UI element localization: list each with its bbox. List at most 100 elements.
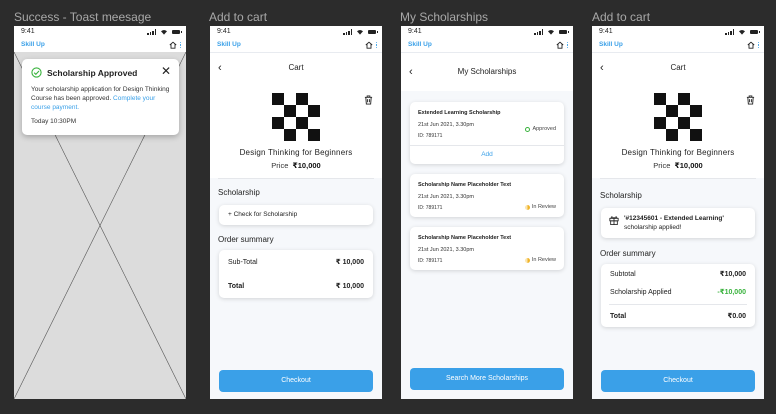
total-value: ₹0.00 xyxy=(727,313,747,320)
phone-cart: 9:41 Skill Up ‹ Cart Design Thinking for… xyxy=(210,26,382,399)
page-title: Cart xyxy=(670,63,686,72)
subtotal-value: ₹10,000 xyxy=(719,271,746,278)
subtotal-label: Subtotal xyxy=(610,270,636,278)
total-label: Total xyxy=(228,282,245,290)
home-icon[interactable] xyxy=(365,41,373,49)
scholarship-section-label: Scholarship xyxy=(600,191,642,200)
order-summary-label: Order summary xyxy=(218,235,274,244)
home-icon[interactable] xyxy=(169,41,177,49)
status-bar: 9:41 xyxy=(210,26,382,38)
status-badge: Approved xyxy=(525,126,556,132)
subtotal-row: Subtotal ₹10,000 xyxy=(601,264,755,284)
total-label: Total xyxy=(610,312,627,320)
status-time: 9:41 xyxy=(408,28,422,35)
wifi-icon xyxy=(161,29,167,35)
scholarship-date: 21st Jun 2021, 3.30pm xyxy=(418,247,474,253)
checkout-button[interactable]: Checkout xyxy=(601,370,755,392)
app-bar: Skill Up xyxy=(592,38,764,53)
approved-check-icon xyxy=(525,126,531,132)
order-summary-label: Order summary xyxy=(600,249,656,258)
signal-icon xyxy=(343,29,352,35)
trash-icon[interactable] xyxy=(364,95,373,105)
toast-title: Scholarship Approved xyxy=(47,67,138,78)
order-summary-card: Subtotal ₹10,000 Scholarship Applied -₹1… xyxy=(601,264,755,327)
status-time: 9:41 xyxy=(599,28,613,35)
page-header: ‹ Cart xyxy=(210,53,382,83)
back-arrow-icon[interactable]: ‹ xyxy=(600,53,604,83)
price-value: ₹10,000 xyxy=(674,161,703,170)
phone-cart-applied: 9:41 Skill Up ‹ Cart Design Thinking for… xyxy=(592,26,764,399)
frame-title-cart: Add to cart xyxy=(209,10,268,24)
scholarship-card[interactable]: Scholarship Name Placeholder Text 21st J… xyxy=(410,174,564,217)
wifi-icon xyxy=(357,29,363,35)
app-name: Skill Up xyxy=(217,41,241,48)
app-bar: Skill Up xyxy=(210,38,382,53)
applied-scholarship-card: '#12345601 - Extended Learning' scholars… xyxy=(601,208,755,238)
order-summary-card: Sub-Total ₹ 10,000 Total ₹ 10,000 xyxy=(219,250,373,298)
search-more-scholarships-button[interactable]: Search More Scholarships xyxy=(410,368,564,390)
close-icon[interactable]: ✕ xyxy=(161,64,171,78)
home-icon[interactable] xyxy=(747,41,755,49)
back-arrow-icon[interactable]: ‹ xyxy=(218,53,222,83)
battery-icon xyxy=(559,30,569,34)
course-title: Design Thinking for Beginners xyxy=(621,148,735,157)
status-time: 9:41 xyxy=(21,28,35,35)
status-bar: 9:41 xyxy=(592,26,764,38)
phone-scholarships: 9:41 Skill Up ‹ My Scholarships Extended… xyxy=(401,26,573,399)
status-badge: In Review xyxy=(524,257,556,263)
total-row: Total ₹ 10,000 xyxy=(219,274,373,298)
battery-icon xyxy=(750,30,760,34)
signal-icon xyxy=(534,29,543,35)
wifi-icon xyxy=(548,29,554,35)
wifi-icon xyxy=(739,29,745,35)
back-arrow-icon[interactable]: ‹ xyxy=(409,53,413,91)
status-text: In Review xyxy=(531,257,556,263)
home-icon[interactable] xyxy=(556,41,564,49)
total-value: ₹ 10,000 xyxy=(335,283,364,290)
frame-title-cart-applied: Add to cart xyxy=(592,10,651,24)
subtotal-row: Sub-Total ₹ 10,000 xyxy=(219,250,373,274)
page-header: ‹ My Scholarships xyxy=(401,53,573,91)
price-label: Price xyxy=(271,161,289,170)
applied-code: '#12345601 - Extended Learning' xyxy=(624,215,724,222)
scholarship-title: Scholarship Name Placeholder Text xyxy=(418,235,512,241)
signal-icon xyxy=(147,29,156,35)
check-scholarship-card[interactable]: + Check for Scholarship xyxy=(219,205,373,225)
gift-icon xyxy=(609,216,619,225)
trash-icon[interactable] xyxy=(746,95,755,105)
course-card: Design Thinking for Beginners Price ₹10,… xyxy=(210,83,382,178)
course-thumbnail xyxy=(654,93,702,141)
toast-body: Your scholarship application for Design … xyxy=(31,85,170,112)
page-header: ‹ Cart xyxy=(592,53,764,83)
course-price: Price ₹10,000 xyxy=(210,161,382,178)
checkout-button[interactable]: Checkout xyxy=(219,370,373,392)
scholarship-title: Extended Learning Scholarship xyxy=(418,110,501,116)
scholarship-id: ID: 789171 xyxy=(418,133,443,139)
app-bar: Skill Up xyxy=(401,38,573,53)
toast-notification: Scholarship Approved ✕ Your scholarship … xyxy=(22,59,179,135)
add-button[interactable]: Add xyxy=(410,145,564,164)
more-menu-icon[interactable] xyxy=(757,41,759,49)
more-menu-icon[interactable] xyxy=(179,41,181,49)
more-menu-icon[interactable] xyxy=(566,41,568,49)
phone-toast: 9:41 Skill Up Scholarship Approved ✕ You… xyxy=(14,26,186,399)
page-title: Cart xyxy=(288,63,304,72)
scholarship-card[interactable]: Extended Learning Scholarship 21st Jun 2… xyxy=(410,102,564,164)
battery-icon xyxy=(368,30,378,34)
in-review-icon xyxy=(524,257,530,263)
status-bar: 9:41 xyxy=(401,26,573,38)
scholarship-card[interactable]: Scholarship Name Placeholder Text 21st J… xyxy=(410,227,564,270)
app-bar: Skill Up xyxy=(14,38,186,53)
scholarship-section-label: Scholarship xyxy=(218,188,260,197)
signal-icon xyxy=(725,29,734,35)
check-scholarship-button[interactable]: + Check for Scholarship xyxy=(219,205,373,225)
course-card: Design Thinking for Beginners Price ₹10,… xyxy=(592,83,764,178)
scholarship-applied-row: Scholarship Applied -₹10,000 xyxy=(601,284,755,300)
battery-icon xyxy=(172,30,182,34)
course-title: Design Thinking for Beginners xyxy=(239,148,353,157)
more-menu-icon[interactable] xyxy=(375,41,377,49)
in-review-icon xyxy=(524,204,530,210)
frame-title-toast: Success - Toast meesage xyxy=(14,10,152,24)
scholarship-title: Scholarship Name Placeholder Text xyxy=(418,182,512,188)
scholarship-applied-label: Scholarship Applied xyxy=(610,288,672,296)
